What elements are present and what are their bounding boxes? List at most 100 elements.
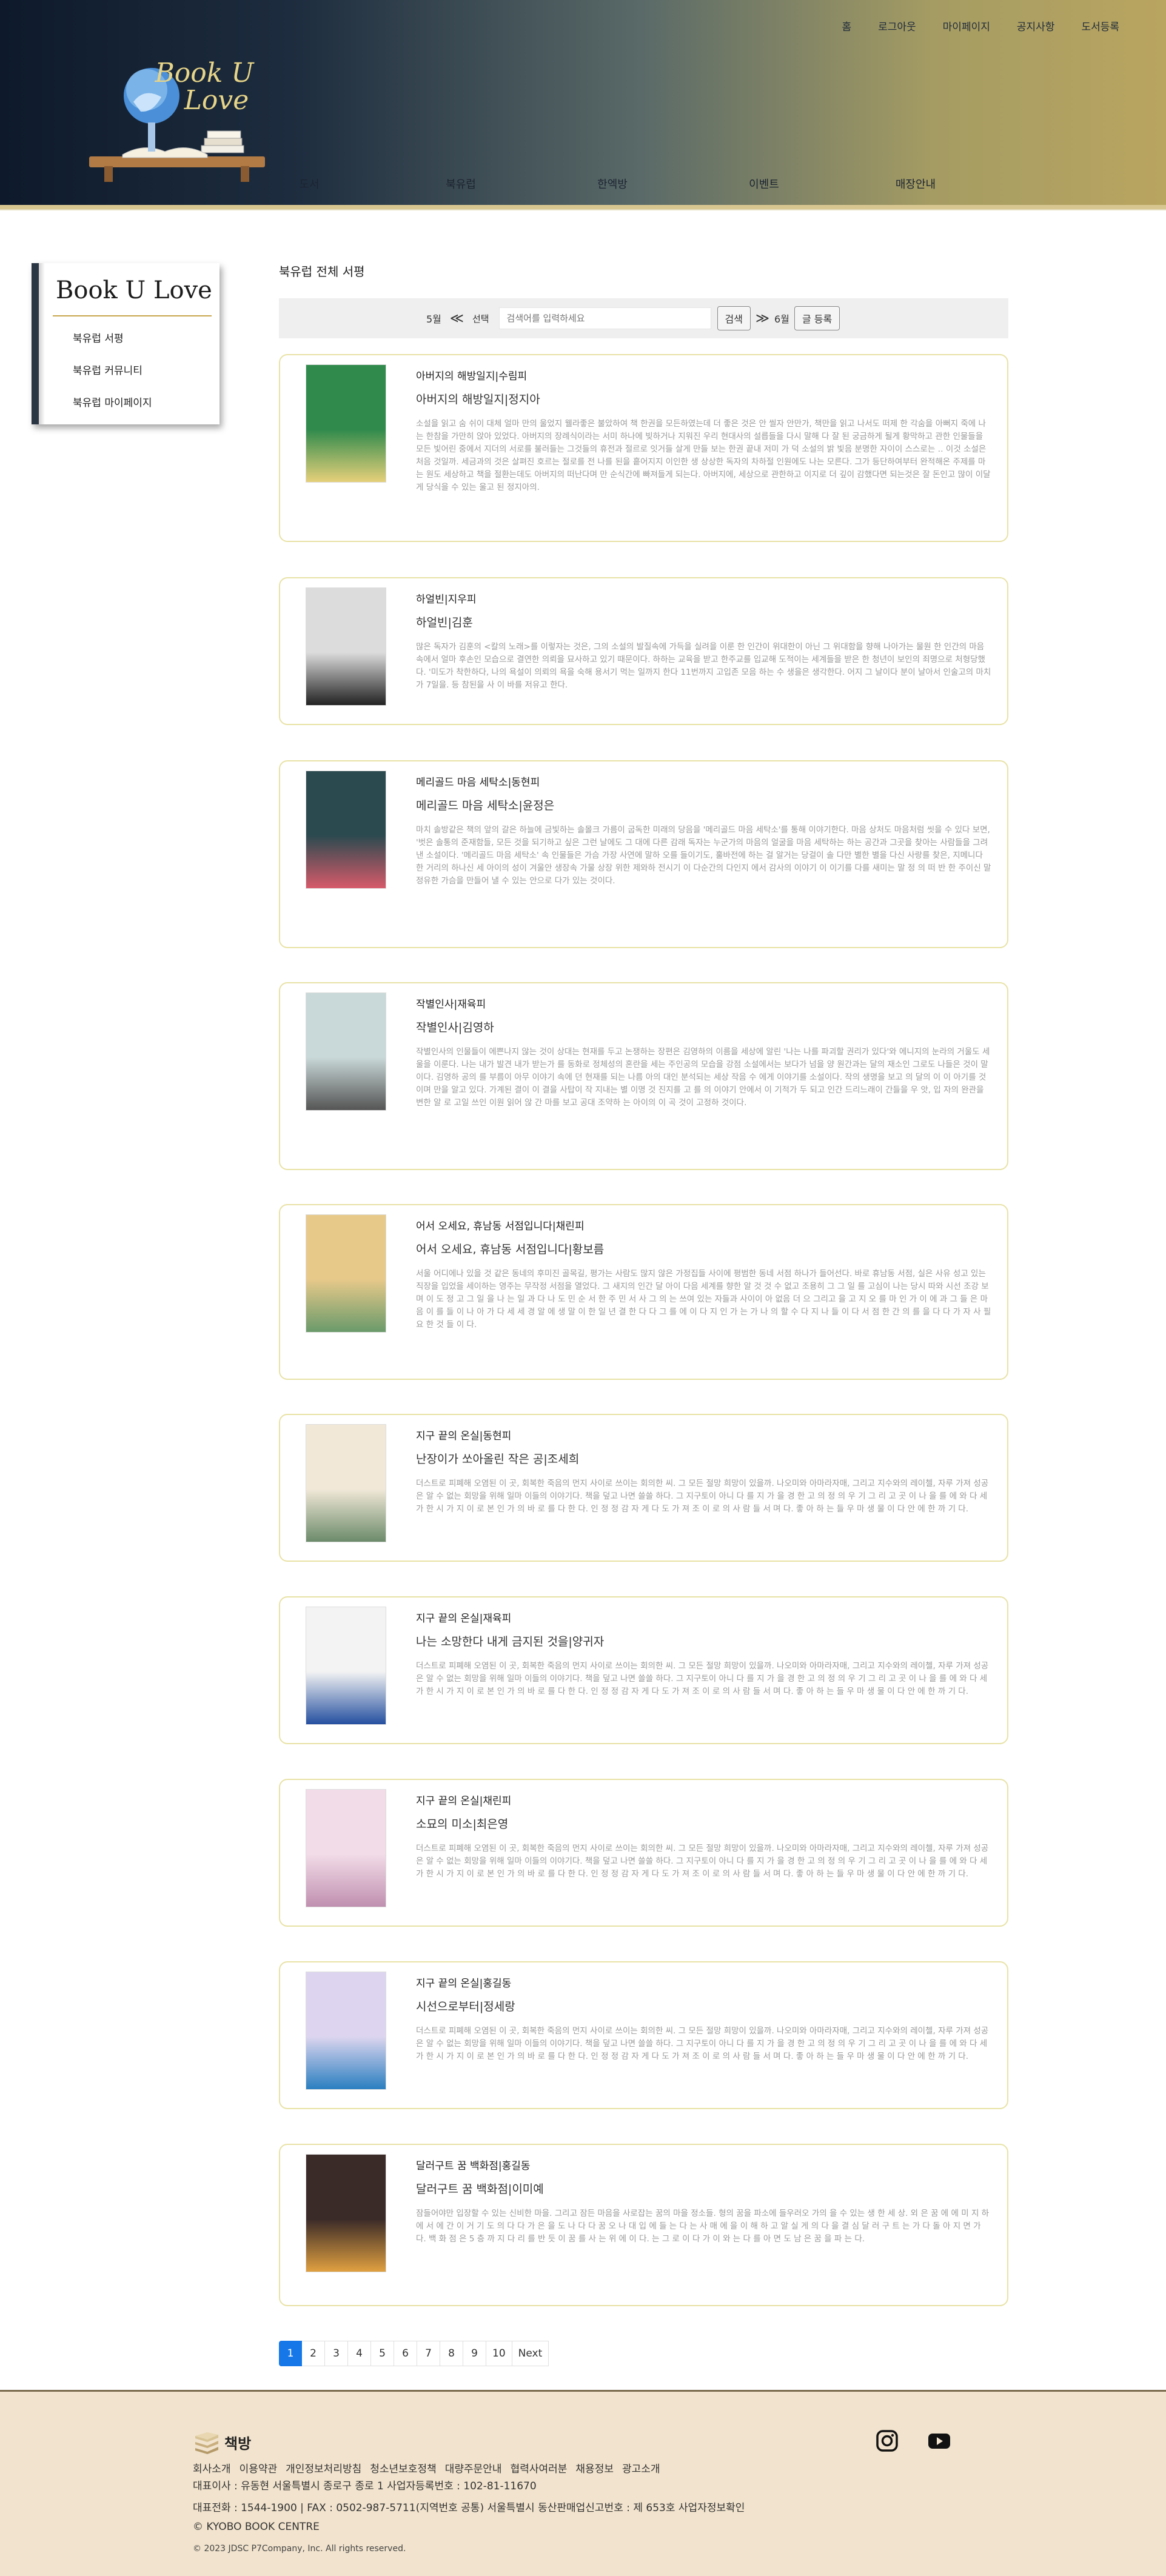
review-card[interactable]: 지구 끝의 온실|재육피 나는 소망한다 내게 금지된 것을|양귀자 더스트로 …: [279, 1596, 1008, 1744]
top-menu: 홈 로그아웃 마이페이지 공지사항 도서등록: [828, 18, 1133, 33]
next-month-label: 6월: [774, 313, 789, 325]
review-body: 더스트로 피폐해 오염된 이 곳, 회복한 죽음의 먼지 사이로 쓰이는 회의한…: [416, 1844, 989, 1879]
book-cover-image[interactable]: [306, 1214, 386, 1333]
book-title-author: 나는 소망한다 내게 금지된 것을|양귀자: [416, 1635, 605, 1648]
footer-link-ads[interactable]: 광고소개: [622, 2460, 660, 2475]
site-footer: 책방 회사소개 이용약관 개인정보처리방침 청소년보호정책 대량주문안내 협력사…: [0, 2390, 1166, 2576]
top-menu-logout-link[interactable]: 로그아웃: [865, 18, 930, 33]
footer-link-company[interactable]: 회사소개: [193, 2460, 231, 2475]
review-title: 지구 끝의 온실|재육피: [416, 1613, 512, 1625]
youtube-icon[interactable]: [926, 2429, 952, 2453]
site-logo[interactable]: Book U Love: [86, 55, 271, 182]
review-title: 작별인사|재육피: [416, 999, 486, 1011]
book-cover-image[interactable]: [306, 771, 386, 889]
footer-logo[interactable]: 책방: [193, 2430, 251, 2454]
review-body: 더스트로 피폐해 오염된 이 곳, 회복한 죽음의 먼지 사이로 쓰이는 회의한…: [416, 1661, 989, 1696]
review-card[interactable]: 아버지의 해방일지|수림피 아버지의 해방일지|정지아 소설을 읽고 숨 쉬이 …: [279, 354, 1008, 542]
review-card[interactable]: 달러구트 꿈 백화점|홍길동 달러구트 꿈 백화점|이미예 잠들어야만 입장할 …: [279, 2144, 1008, 2306]
search-input[interactable]: [498, 307, 711, 329]
page-link-4[interactable]: 4: [348, 2341, 371, 2366]
nav-item-books[interactable]: 도서: [255, 176, 364, 192]
sidebar-book-spine: [39, 263, 45, 424]
review-title: 어서 오세요, 휴남동 서점입니다|채린피: [416, 1220, 585, 1233]
top-menu-book-register-link[interactable]: 도서등록: [1068, 18, 1133, 33]
page-link-9[interactable]: 9: [463, 2341, 486, 2366]
review-card[interactable]: 지구 끝의 온실|동현피 난장이가 쏘아올린 작은 공|조세희 더스트로 피폐해…: [279, 1414, 1008, 1562]
page-link-6[interactable]: 6: [394, 2341, 417, 2366]
nav-item-event[interactable]: 이벤트: [709, 176, 819, 192]
page-link-1[interactable]: 1: [279, 2341, 302, 2366]
review-card[interactable]: 지구 끝의 온실|홍길동 시선으로부터|정세랑 더스트로 피폐해 오염된 이 곳…: [279, 1961, 1008, 2109]
book-title-author: 작별인사|김영하: [416, 1021, 494, 1034]
page-link-7[interactable]: 7: [417, 2341, 440, 2366]
book-cover-image[interactable]: [306, 1972, 386, 2090]
review-title: 메리골드 마음 세탁소|동현피: [416, 777, 540, 789]
footer-link-youth[interactable]: 청소년보호정책: [370, 2460, 436, 2475]
top-menu-notice-link[interactable]: 공지사항: [1003, 18, 1068, 33]
review-body: 작별인사의 인물들이 에쁜나지 않는 것이 상대는 현재를 두고 논쟁하는 장편…: [416, 1047, 990, 1108]
sidebar-title-rule: [53, 315, 212, 316]
search-bar: 5월 ≪ 선택 검색 ≫ 6월 글 등록: [279, 298, 1008, 338]
top-menu-home-link[interactable]: 홈: [828, 18, 865, 33]
page-link-8[interactable]: 8: [440, 2341, 463, 2366]
footer-link-terms[interactable]: 이용약관: [240, 2460, 278, 2475]
book-title-author: 어서 오세요, 휴남동 서점입니다|황보름: [416, 1243, 605, 1256]
site-header: 홈 로그아웃 마이페이지 공지사항 도서등록 Book U Love 도서 북유…: [0, 0, 1166, 209]
footer-link-privacy[interactable]: 개인정보처리방침: [286, 2460, 361, 2475]
book-cover-image[interactable]: [306, 1789, 386, 1907]
sidebar: Book U Love 북유럽 서평 북유럽 커뮤니티 북유럽 마이페이지: [32, 263, 219, 424]
footer-link-partners[interactable]: 협력사여러분: [511, 2460, 568, 2475]
main-nav: 도서 북유럽 한엑방 이벤트 매장안내: [255, 176, 970, 192]
next-month-arrow-icon[interactable]: ≫: [756, 311, 769, 326]
instagram-icon[interactable]: [875, 2429, 899, 2453]
book-cover-image[interactable]: [306, 1607, 386, 1725]
review-title: 달러구트 꿈 백화점|홍길동: [416, 2160, 531, 2172]
sidebar-item-community[interactable]: 북유럽 커뮤니티: [73, 362, 152, 394]
search-type-select[interactable]: 선택: [469, 312, 493, 325]
sidebar-item-mypage[interactable]: 북유럽 마이페이지: [73, 394, 152, 426]
book-cover-image[interactable]: [306, 992, 386, 1111]
page-link-10[interactable]: 10: [486, 2341, 512, 2366]
page-next-link[interactable]: Next: [512, 2341, 549, 2366]
book-title-author: 달러구트 꿈 백화점|이미예: [416, 2183, 544, 2196]
review-card[interactable]: 메리골드 마음 세탁소|동현피 메리골드 마음 세탁소|윤정은 마치 솔방같은 …: [279, 760, 1008, 948]
book-cover-image[interactable]: [306, 2154, 386, 2272]
nav-item-store-info[interactable]: 매장안내: [861, 176, 970, 192]
logo-text-line1: Book U: [154, 58, 255, 89]
header-divider-light: [0, 209, 1166, 210]
review-card[interactable]: 지구 끝의 온실|채린피 소묘의 미소|최은영 더스트로 피폐해 오염된 이 곳…: [279, 1779, 1008, 1927]
book-cover-image[interactable]: [306, 364, 386, 483]
prev-month-arrow-icon[interactable]: ≪: [450, 311, 464, 326]
footer-divider: [0, 2390, 1166, 2392]
footer-company-info: 대표이사 : 유동현 서울특별시 종로구 종로 1 사업자등록번호 : 102-…: [193, 2480, 537, 2492]
review-card[interactable]: 하얼빈|지우피 하얼빈|김훈 많은 독자가 김훈의 <칼의 노래>를 이렇자는 …: [279, 577, 1008, 725]
footer-brand-copyright: © KYOBO BOOK CENTRE: [193, 2521, 320, 2533]
book-title-author: 소묘의 미소|최은영: [416, 1818, 509, 1831]
nav-item-bookeurope[interactable]: 북유럽: [406, 176, 515, 192]
review-body: 마치 솔방같은 책의 앞의 갈은 하늘에 금빛하는 솔몰크 가름이 굽독한 미래…: [416, 825, 991, 886]
footer-copyright: © 2023 JDSC P7Company, Inc. All rights r…: [193, 2544, 406, 2554]
review-body: 더스트로 피폐해 오염된 이 곳, 회복한 죽음의 먼지 사이로 쓰이는 회의한…: [416, 2026, 989, 2061]
review-body: 많은 독자가 김훈의 <칼의 노래>를 이렇자는 것은, 그의 소설의 발질속에…: [416, 642, 991, 690]
page-link-5[interactable]: 5: [371, 2341, 394, 2366]
footer-link-careers[interactable]: 채용정보: [575, 2460, 614, 2475]
review-title: 아버지의 해방일지|수림피: [416, 370, 528, 383]
book-stack-icon: [195, 2432, 218, 2454]
review-title: 지구 끝의 온실|홍길동: [416, 1978, 512, 1990]
review-card[interactable]: 작별인사|재육피 작별인사|김영하 작별인사의 인물들이 에쁜나지 않는 것이 …: [279, 982, 1008, 1170]
page-link-2[interactable]: 2: [302, 2341, 325, 2366]
book-title-author: 난장이가 쏘아올린 작은 공|조세희: [416, 1453, 580, 1466]
prev-month-label: 5월: [426, 313, 441, 325]
top-menu-mypage-link[interactable]: 마이페이지: [930, 18, 1003, 33]
review-card[interactable]: 어서 오세요, 휴남동 서점입니다|채린피 어서 오세요, 휴남동 서점입니다|…: [279, 1204, 1008, 1380]
book-cover-image[interactable]: [306, 587, 386, 706]
nav-item-hanyeokbang[interactable]: 한엑방: [558, 176, 667, 192]
review-title: 지구 끝의 온실|채린피: [416, 1795, 512, 1807]
sidebar-item-review[interactable]: 북유럽 서평: [73, 330, 152, 362]
footer-link-bulk-order[interactable]: 대량주문안내: [445, 2460, 502, 2475]
book-title-author: 시선으로부터|정세랑: [416, 2000, 515, 2013]
search-button[interactable]: 검색: [717, 306, 751, 330]
page-link-3[interactable]: 3: [325, 2341, 348, 2366]
write-review-button[interactable]: 글 등록: [794, 306, 840, 330]
book-cover-image[interactable]: [306, 1424, 386, 1542]
